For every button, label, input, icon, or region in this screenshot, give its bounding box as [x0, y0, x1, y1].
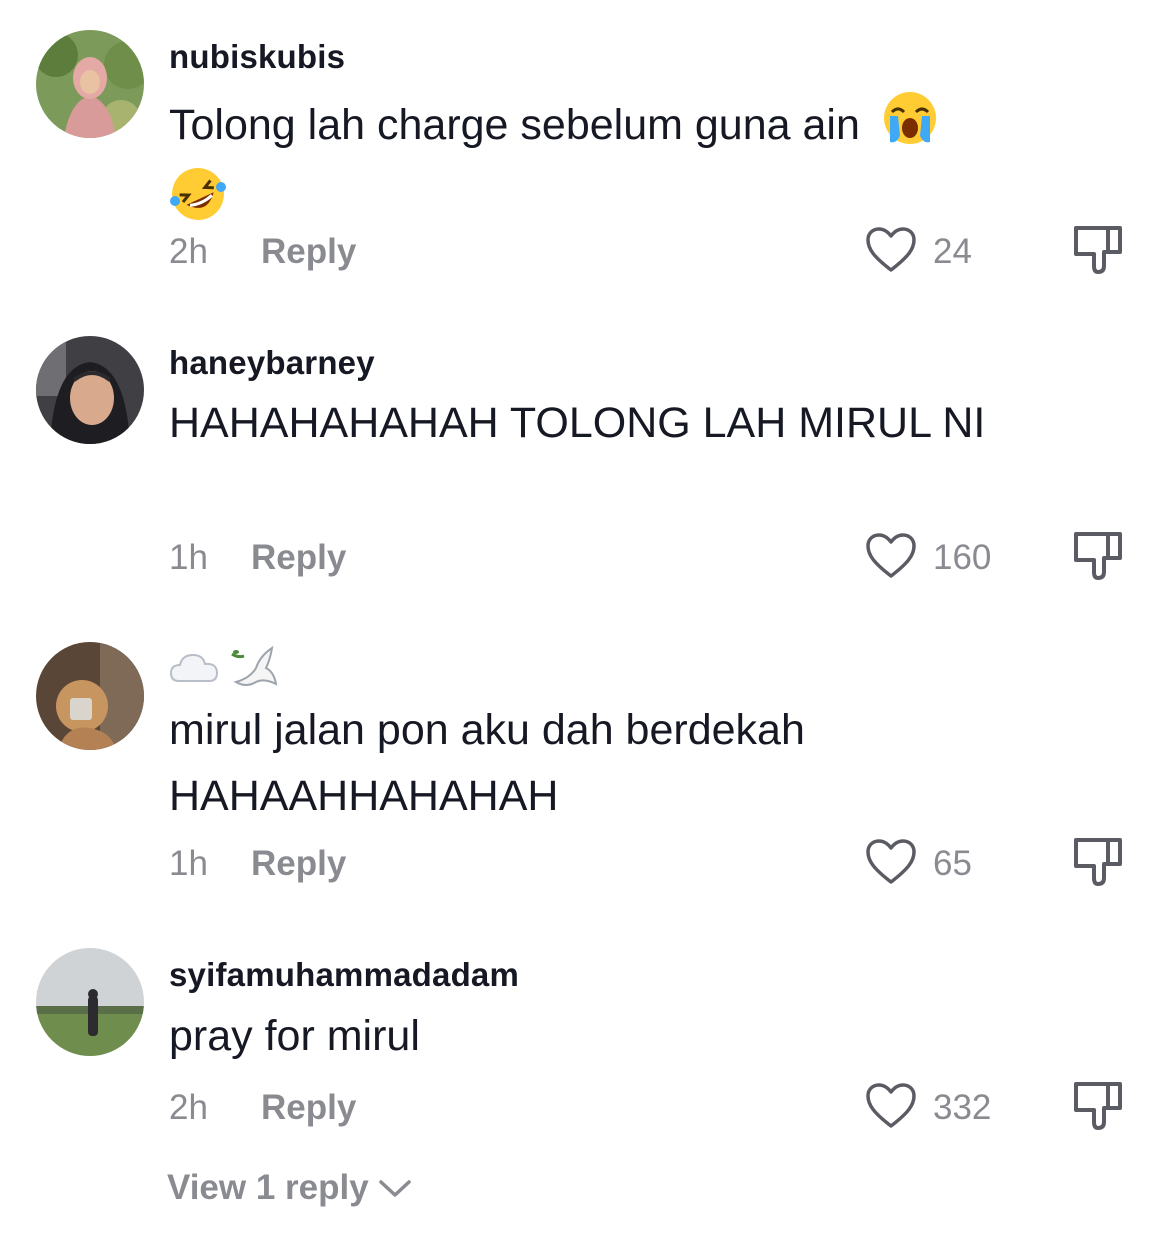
heart-outline-icon	[866, 227, 916, 272]
heart-outline-icon	[866, 839, 916, 884]
loudly-crying-face-icon	[872, 90, 938, 165]
cloud-icon	[169, 648, 219, 696]
avatar[interactable]	[36, 30, 144, 138]
view-replies-label: View 1 reply	[167, 1168, 369, 1207]
thumbs-down-icon	[1074, 1082, 1122, 1130]
comment-text-content: Tolong lah charge sebelum guna ain	[169, 100, 860, 149]
view-replies-button[interactable]: View 1 reply	[167, 1168, 413, 1208]
thumbs-down-icon	[1074, 226, 1122, 274]
avatar[interactable]	[36, 948, 144, 1056]
thumbs-down-icon	[1074, 838, 1122, 886]
dislike-button[interactable]	[1070, 1078, 1126, 1134]
reply-button[interactable]: Reply	[261, 232, 356, 272]
like-button[interactable]	[864, 1081, 918, 1131]
avatar[interactable]	[36, 642, 144, 750]
like-count: 332	[933, 1088, 992, 1127]
chevron-down-icon	[378, 1180, 411, 1197]
like-button[interactable]	[864, 837, 918, 887]
heart-outline-icon	[866, 533, 916, 578]
comment-time: 2h	[169, 232, 208, 271]
comment-username[interactable]	[169, 642, 278, 701]
rolling-on-the-floor-laughing-icon	[169, 165, 227, 242]
comment-username[interactable]: haneybarney	[169, 344, 375, 382]
heart-outline-icon	[866, 1083, 916, 1128]
reply-button[interactable]: Reply	[261, 1088, 356, 1128]
reply-button[interactable]: Reply	[251, 538, 346, 578]
like-count: 24	[933, 232, 972, 271]
comment-item: nubiskubis Tolong lah charge sebelum gun…	[0, 0, 1170, 300]
comment-text: Tolong lah charge sebelum guna ain	[169, 90, 1029, 242]
comment-username[interactable]: nubiskubis	[169, 38, 345, 76]
thumbs-down-icon	[1074, 532, 1122, 580]
avatar[interactable]	[36, 336, 144, 444]
like-count: 160	[933, 538, 992, 577]
like-button[interactable]	[864, 531, 918, 581]
dislike-button[interactable]	[1070, 222, 1126, 278]
comment-text: mirul jalan pon aku dah berdekah HAHAAHH…	[169, 706, 805, 820]
like-count: 65	[933, 844, 972, 883]
comment-username[interactable]: syifamuhammadadam	[169, 956, 519, 994]
comment-text: HAHAHAHAHAH TOLONG LAH MIRUL NI	[169, 399, 986, 447]
comment-time: 2h	[169, 1088, 208, 1127]
like-button[interactable]	[864, 225, 918, 275]
comment-time: 1h	[169, 538, 208, 577]
comment-text: pray for mirul	[169, 1012, 420, 1060]
dislike-button[interactable]	[1070, 528, 1126, 584]
dislike-button[interactable]	[1070, 834, 1126, 890]
reply-button[interactable]: Reply	[251, 844, 346, 884]
dove-icon	[230, 642, 278, 701]
comment-time: 1h	[169, 844, 208, 883]
